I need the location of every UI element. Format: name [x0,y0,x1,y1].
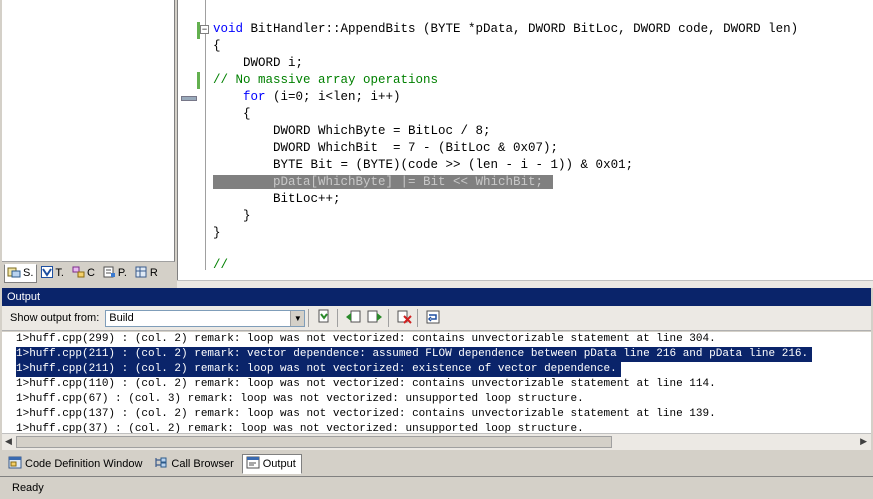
top-area: S. T. C P. R − void BitHandler::AppendBi… [0,0,873,288]
changed-line-marker [197,22,200,39]
code-definition-icon [8,456,25,472]
clear-all-icon [397,310,412,327]
word-wrap-icon [426,310,440,327]
code-line: BYTE Bit = (BYTE)(code >> (len - i - 1))… [213,158,634,172]
code-line: { [213,39,221,53]
toolbar-separator [308,309,310,327]
left-pane-tabs: S. T. C P. R [2,262,175,284]
tab-solution-explorer[interactable]: S. [4,263,38,283]
code-line: } [213,209,251,223]
code-line-comment: // No massive array operations [213,73,439,87]
show-output-label: Show output from: [10,312,100,324]
tab-label: Output [262,458,296,470]
find-message-icon [317,309,331,327]
tab-output[interactable]: Output [241,454,302,474]
output-window-icon [246,456,263,472]
previous-message-button[interactable] [343,308,363,328]
tab-label: Code Definition Window [25,458,143,470]
output-line[interactable]: 1>huff.cpp(110) : (col. 2) remark: loop … [16,377,716,392]
output-line[interactable]: 1>huff.cpp(67) : (col. 3) remark: loop w… [16,392,584,407]
word-wrap-button[interactable] [423,308,443,328]
next-message-button[interactable] [365,308,385,328]
output-source-dropdown[interactable]: Build ▼ [105,309,306,327]
output-horizontal-scrollbar[interactable]: ◀ ▶ [2,433,871,450]
code-line: { [213,107,251,121]
output-source-value: Build [109,311,134,324]
toolbar-separator [337,309,339,327]
scroll-right-arrow-icon[interactable]: ▶ [860,436,867,447]
output-text-area[interactable]: 1>huff.cpp(299) : (col. 2) remark: loop … [2,332,871,433]
tab-label: S. [23,267,34,279]
tab-code-definition-window[interactable]: Code Definition Window [4,454,148,474]
find-message-button[interactable] [314,308,334,328]
go-next-icon [367,310,383,327]
editor-gutter [177,0,197,280]
go-previous-icon [345,310,361,327]
code-line-comment: // [213,258,229,269]
code-line-highlighted: pData[WhichByte] |= Bit << WhichBit; [213,174,554,191]
toolbar-separator [417,309,419,327]
property-icon [103,266,118,281]
tab-class-view[interactable]: C [69,264,99,283]
output-line-selected[interactable]: 1>huff.cpp(211) : (col. 2) remark: loop … [16,362,621,377]
output-line-selected[interactable]: 1>huff.cpp(211) : (col. 2) remark: vecto… [16,347,813,362]
outline-margin [205,0,206,270]
scroll-left-arrow-icon[interactable]: ◀ [5,436,12,447]
status-bar: Ready [0,476,873,499]
output-line[interactable]: 1>huff.cpp(137) : (col. 2) remark: loop … [16,407,716,422]
clear-all-button[interactable] [394,308,414,328]
tab-label: Call Browser [171,458,234,470]
toolbar-separator [388,309,390,327]
bookmark-marker [181,96,197,101]
code-line: DWORD i; [213,56,304,70]
status-text: Ready [12,482,44,494]
team-icon [41,265,55,281]
tab-label: P. [117,267,127,279]
output-line[interactable]: 1>huff.cpp(37) : (col. 2) remark: loop w… [16,422,584,433]
code-line: DWORD WhichByte = BitLoc / 8; [213,124,491,138]
output-toolbar: Show output from: Build ▼ [2,306,871,331]
tab-label: C [86,267,95,279]
solution-explorer-tree[interactable] [2,0,175,262]
highlighted-statement: pData[WhichByte] |= Bit << WhichBit; [273,175,544,189]
tab-property-manager[interactable]: P. [100,264,131,283]
code-line: BitLoc++; [213,192,341,206]
tab-label: R [149,267,158,279]
resource-icon [135,266,150,281]
tab-label: T. [55,267,64,279]
tab-call-browser[interactable]: Call Browser [150,454,239,474]
output-line[interactable]: 1>huff.cpp(299) : (col. 2) remark: loop … [16,332,716,347]
output-panel-title: Output [2,288,871,306]
editor-horizontal-scrollbar[interactable] [177,280,873,288]
code-line-signature: void BitHandler::AppendBits (BYTE *pData… [213,22,799,36]
collapse-toggle[interactable]: − [200,25,209,34]
call-browser-icon [154,456,171,472]
bottom-panel-tabs: Code Definition Window Call Browser Outp… [2,452,871,474]
left-pane: S. T. C P. R [0,0,177,288]
changed-line-marker [197,72,200,89]
code-line: } [213,226,221,240]
scrollbar-thumb[interactable] [16,436,612,448]
class-view-icon [72,266,87,281]
code-line: DWORD WhichBit = 7 - (BitLoc & 0x07); [213,141,559,155]
solution-icon [7,266,23,281]
chevron-down-icon[interactable]: ▼ [290,310,305,326]
code-line-for: for (i=0; i<len; i++) [243,90,401,104]
tab-resource-view[interactable]: R [132,264,162,283]
tab-team-explorer[interactable]: T. [38,264,68,283]
